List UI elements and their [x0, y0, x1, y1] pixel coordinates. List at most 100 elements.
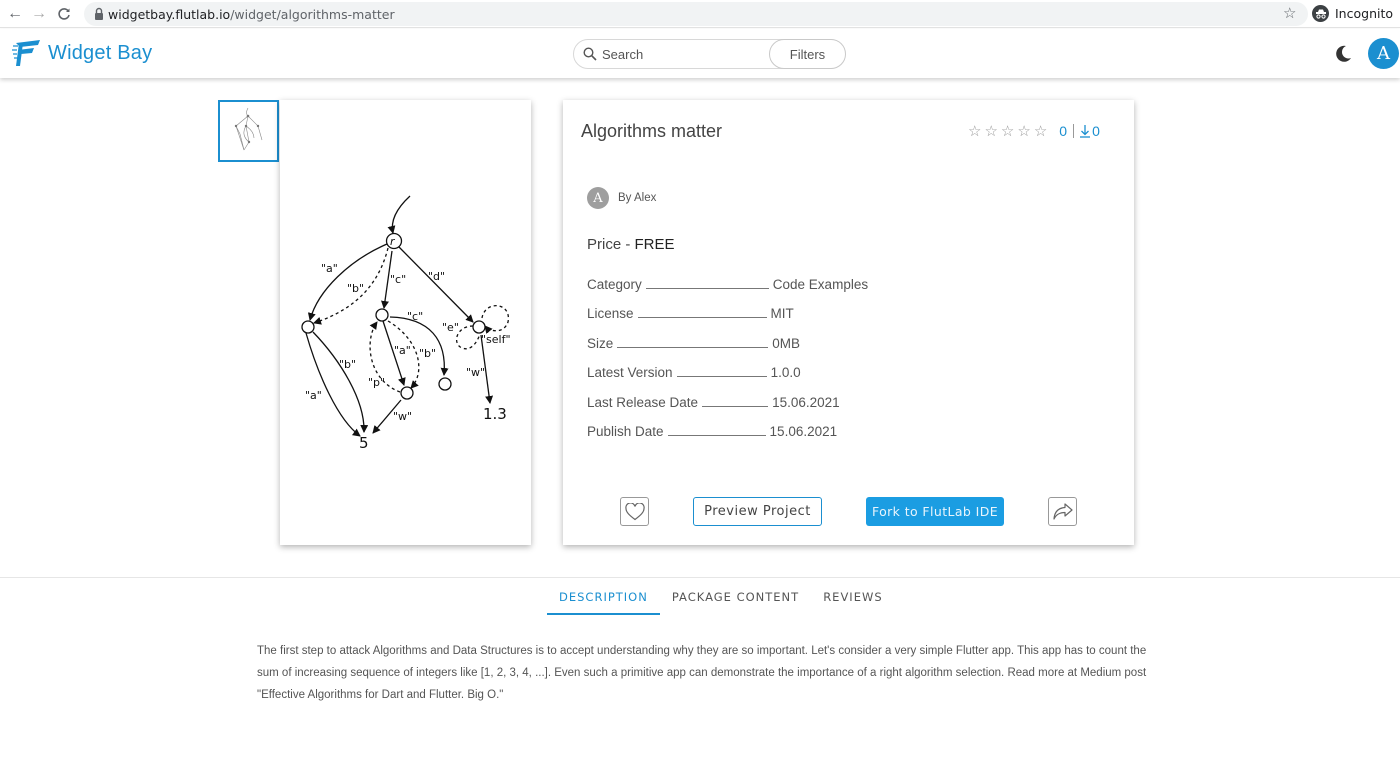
download-count-group: 0 [1080, 123, 1100, 139]
detail-row-last-release-date: Last Release Date 15.06.2021 [587, 395, 868, 424]
detail-leader [617, 346, 769, 348]
detail-leader [667, 434, 766, 436]
edge-label-c2: "c" [407, 310, 423, 323]
browser-toolbar: ← → widgetbay.flutlab.io/widget/algorith… [0, 0, 1400, 28]
star-icon[interactable]: ☆ [968, 122, 981, 140]
edge-label-a2: "a" [394, 344, 411, 357]
app-header: Widget Bay Filters A [0, 29, 1400, 78]
back-arrow-icon[interactable]: ← [4, 3, 26, 25]
edge-label-e: "e" [442, 321, 459, 334]
rating-count: 0 [1059, 123, 1068, 139]
star-icon[interactable]: ☆ [1001, 122, 1014, 140]
edge-label-w1: "w" [393, 410, 412, 423]
thumbnail-diagram-image [234, 107, 263, 151]
fork-to-ide-button[interactable]: Fork to FlutLab IDE [866, 497, 1004, 526]
graph-node-mid [375, 308, 389, 322]
description-text: The first step to attack Algorithms and … [257, 645, 1147, 701]
search-input[interactable] [602, 45, 762, 63]
detail-value: 15.06.2021 [769, 423, 838, 439]
detail-label: Size [587, 335, 614, 351]
incognito-icon [1312, 5, 1329, 22]
rating-summary: ☆ ☆ ☆ ☆ ☆ 0 0 [968, 122, 1100, 140]
incognito-label: Incognito [1335, 6, 1394, 21]
preview-project-button[interactable]: Preview Project [693, 497, 822, 526]
detail-label: Publish Date [587, 423, 664, 439]
detail-row-size: Size 0MB [587, 336, 868, 365]
detail-label: Last Release Date [587, 394, 699, 410]
preview-image-card[interactable]: r "a" "b" "c" "d" "c" "e" "self" "b" "a"… [280, 100, 531, 545]
detail-value: 1.0.0 [770, 365, 801, 381]
algorithm-diagram-image: r "a" "b" "c" "d" "c" "e" "self" "b" "a"… [301, 195, 511, 452]
dark-mode-moon-icon[interactable] [1333, 44, 1353, 64]
share-arrow-icon [1052, 503, 1073, 520]
detail-row-category: Category Code Examples [587, 277, 868, 306]
detail-leader [645, 288, 769, 289]
detail-row-publish-date: Publish Date 15.06.2021 [587, 424, 868, 453]
flutlab-logo-icon [12, 40, 40, 66]
edge-label-d1: "d" [428, 270, 445, 283]
graph-node-small [438, 377, 452, 391]
author-name: By Alex [618, 192, 657, 204]
widget-title: Algorithms matter [581, 121, 723, 141]
tab-reviews[interactable]: REVIEWS [811, 589, 894, 615]
detail-value: Code Examples [772, 277, 869, 292]
url-text: widgetbay.flutlab.io/widget/algorithms-m… [108, 7, 395, 22]
star-icon[interactable]: ☆ [1017, 122, 1030, 140]
star-icon[interactable]: ☆ [1034, 122, 1047, 140]
bookmark-star-icon[interactable]: ☆ [1283, 4, 1296, 22]
gallery-thumbnail[interactable] [218, 100, 279, 162]
lock-icon [95, 7, 103, 20]
author-row[interactable]: A By Alex [587, 187, 656, 209]
edge-label-a1: "a" [321, 262, 338, 275]
logo-text: Widget Bay [48, 41, 153, 64]
star-rating[interactable]: ☆ ☆ ☆ ☆ ☆ [968, 122, 1047, 140]
tab-package-content[interactable]: PACKAGE CONTENT [660, 589, 811, 615]
graph-node-bottom [400, 386, 414, 400]
edge-label-p: "p" [368, 376, 385, 389]
download-icon [1080, 124, 1091, 138]
heart-icon [624, 502, 645, 520]
detail-leader [676, 376, 767, 378]
edge-label-c1: "c" [390, 273, 406, 286]
favorite-button[interactable] [620, 497, 649, 526]
details-list: Category Code Examples License MIT Size 0MB… [587, 277, 868, 453]
star-icon[interactable]: ☆ [984, 122, 997, 140]
node-label-five: 5 [359, 434, 369, 452]
edge-label-b1: "b" [347, 282, 364, 295]
graph-node-left [301, 320, 315, 334]
address-bar[interactable]: widgetbay.flutlab.io/widget/algorithms-m… [84, 2, 1308, 26]
detail-value: MIT [770, 306, 794, 322]
detail-tabs: DESCRIPTION PACKAGE CONTENT REVIEWS [547, 589, 895, 615]
forward-arrow-icon[interactable]: → [28, 3, 50, 25]
price: Price - FREE [587, 236, 675, 253]
price-label: Price - [587, 236, 635, 253]
tab-description[interactable]: DESCRIPTION [547, 589, 660, 615]
node-label-onethree: 1.3 [483, 405, 507, 423]
detail-label: Category [587, 277, 642, 292]
incognito-indicator[interactable]: Incognito [1312, 5, 1393, 22]
edge-label-b3: "b" [419, 347, 436, 360]
user-avatar[interactable]: A [1368, 38, 1399, 69]
search-bar: Filters [573, 39, 846, 69]
detail-leader [702, 405, 769, 407]
reload-icon[interactable] [53, 3, 75, 25]
price-value: FREE [634, 236, 675, 253]
graph-node-right [472, 320, 486, 334]
detail-value: 15.06.2021 [772, 394, 840, 410]
logo[interactable]: Widget Bay [12, 39, 152, 67]
search-icon [583, 47, 597, 61]
edge-label-self: "self" [481, 333, 511, 346]
edge-label-w2: "w" [466, 366, 485, 379]
detail-row-license: License MIT [587, 306, 868, 335]
filters-button[interactable]: Filters [769, 39, 846, 69]
share-button[interactable] [1048, 497, 1077, 526]
url-host: widgetbay.flutlab.io [108, 7, 231, 22]
edge-label-b2: "b" [339, 358, 356, 371]
download-count: 0 [1092, 123, 1100, 139]
edge-label-a3: "a" [305, 389, 322, 402]
action-bar: Preview Project Fork to FlutLab IDE [563, 497, 1134, 527]
widget-info-card: Algorithms matter ☆ ☆ ☆ ☆ ☆ 0 0 A By Ale… [563, 100, 1134, 545]
detail-label: License [587, 306, 634, 322]
detail-row-latest-version: Latest Version 1.0.0 [587, 365, 868, 394]
rating-divider [1073, 124, 1075, 138]
